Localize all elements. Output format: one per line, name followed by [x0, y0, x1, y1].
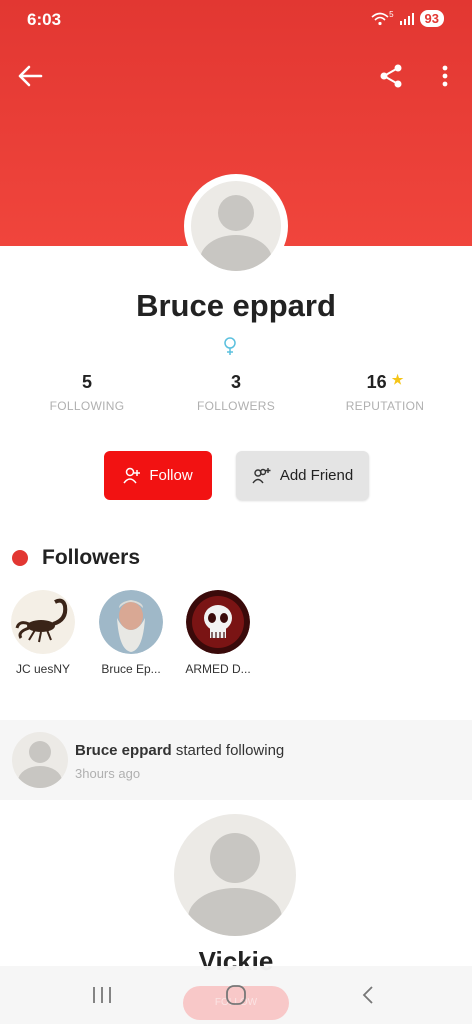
- share-icon[interactable]: [375, 60, 407, 92]
- following-label: FOLLOWING: [49, 399, 125, 413]
- followers-label: FOLLOWERS: [196, 399, 276, 413]
- back-arrow-icon[interactable]: [14, 60, 46, 92]
- stat-following[interactable]: 5 FOLLOWING: [17, 372, 157, 413]
- signal-icon: [399, 12, 414, 25]
- default-avatar-icon: [191, 181, 281, 271]
- add-person-icon: [123, 467, 141, 483]
- back-icon[interactable]: [348, 980, 388, 1010]
- follower-name: Bruce Ep...: [101, 662, 161, 676]
- section-dot-icon: [12, 550, 28, 566]
- stat-reputation[interactable]: 16 ★ REPUTATION: [315, 372, 455, 413]
- activity-time: 3hours ago: [75, 766, 141, 781]
- default-avatar-icon: [12, 732, 68, 788]
- stat-followers[interactable]: 3 FOLLOWERS: [166, 372, 306, 413]
- skull-avatar: [186, 590, 250, 654]
- recent-apps-icon[interactable]: [82, 980, 122, 1010]
- add-friends-icon: [252, 467, 271, 483]
- female-symbol-icon: [224, 337, 236, 355]
- follow-button[interactable]: Follow: [104, 451, 212, 500]
- suggested-user-avatar[interactable]: [174, 814, 296, 936]
- reputation-label: REPUTATION: [345, 399, 425, 413]
- bearded-man-avatar: [99, 590, 163, 654]
- add-friend-button[interactable]: Add Friend: [236, 451, 369, 500]
- follower-name: ARMED D...: [185, 662, 251, 676]
- followers-count: 3: [230, 372, 241, 392]
- follower-item[interactable]: JC uesNY: [3, 590, 83, 676]
- star-icon: ★: [391, 372, 404, 387]
- scorpion-avatar: [11, 590, 75, 654]
- activity-text: Bruce eppard started following: [75, 742, 284, 759]
- activity-actor[interactable]: Bruce eppard: [75, 742, 172, 759]
- following-count: 5: [81, 372, 92, 392]
- follower-item[interactable]: ARMED D...: [178, 590, 258, 676]
- profile-name: Bruce eppard: [136, 288, 336, 323]
- add-friend-button-label: Add Friend: [279, 467, 354, 484]
- follower-name: JC uesNY: [15, 662, 71, 676]
- follow-button-label: Follow: [149, 467, 193, 484]
- profile-avatar[interactable]: [184, 174, 288, 278]
- battery-indicator: 93: [419, 10, 444, 27]
- reputation-value-row: 16 ★: [315, 372, 455, 393]
- reputation-count: 16: [366, 372, 387, 392]
- home-icon[interactable]: [216, 980, 256, 1010]
- follower-item[interactable]: Bruce Ep...: [91, 590, 171, 676]
- status-icons: 5 93: [371, 10, 444, 27]
- followers-section-title: Followers: [42, 546, 141, 569]
- network-type-label: 5: [389, 10, 394, 19]
- wifi-icon: [371, 12, 389, 25]
- status-time: 6:03: [27, 10, 62, 29]
- activity-action: started following: [171, 742, 285, 759]
- activity-item[interactable]: Bruce eppard started following 3hours ag…: [0, 720, 472, 800]
- followers-section-header: Followers: [12, 546, 140, 570]
- more-options-icon[interactable]: [429, 60, 461, 92]
- status-bar: 6:03 5 93: [0, 0, 472, 40]
